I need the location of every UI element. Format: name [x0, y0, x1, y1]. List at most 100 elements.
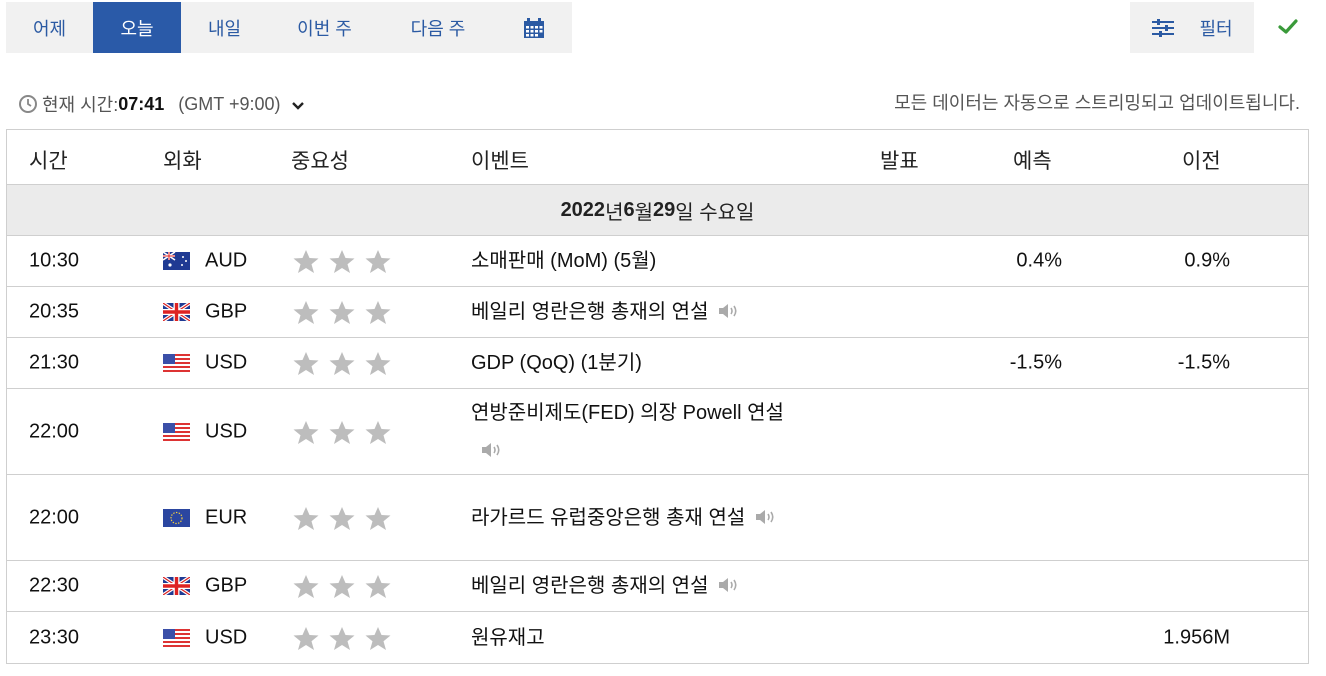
event-name-text[interactable]: 원유재고	[471, 627, 545, 649]
event-time: 20:35	[29, 300, 80, 323]
calendar-icon	[523, 17, 544, 38]
event-name-text[interactable]: 베일리 영란은행 총재의 연설	[471, 575, 708, 597]
table-row[interactable]: 21:30 USD GDP (QoQ) (1분기) -1.5% -1.5%	[7, 338, 1308, 389]
event-currency: GBP	[205, 574, 248, 597]
importance-star-icon	[293, 250, 319, 273]
event-name[interactable]: 소매판매 (MoM) (5월)	[471, 242, 821, 280]
table-header: 시간 외화 중요성 이벤트 발표 예측 이전	[7, 130, 1308, 185]
tab-this-week[interactable]: 이번 주	[268, 2, 381, 53]
us-flag-icon	[163, 628, 190, 647]
speaker-icon	[719, 578, 738, 592]
speaker-icon	[719, 304, 738, 318]
tab-calendar[interactable]	[495, 2, 572, 53]
table-row[interactable]: 10:30 AUD 소매판매 (MoM) (5월) 0.4% 0.9%	[7, 236, 1308, 287]
tab-tomorrow[interactable]: 내일	[181, 2, 268, 53]
event-previous: 0.9%	[1184, 249, 1230, 272]
event-time: 22:30	[29, 574, 80, 597]
importance-star-icon	[293, 506, 319, 530]
importance-star-icon	[329, 506, 355, 530]
importance-stars	[291, 573, 393, 599]
table-row[interactable]: 23:30 USD 원유재고 1.956M	[7, 612, 1308, 663]
event-currency: USD	[205, 351, 248, 374]
importance-stars	[291, 350, 393, 376]
event-currency: AUD	[205, 249, 248, 272]
event-time: 21:30	[29, 351, 80, 374]
tab-yesterday[interactable]: 어제	[6, 2, 93, 53]
chevron-down-icon[interactable]	[291, 99, 305, 113]
importance-star-icon	[293, 301, 319, 324]
speaker-icon	[482, 442, 500, 457]
event-name-text[interactable]: 베일리 영란은행 총재의 연설	[471, 301, 708, 323]
importance-star-icon	[365, 420, 391, 444]
tab-next-week[interactable]: 다음 주	[381, 2, 495, 53]
header-importance: 중요성	[291, 150, 349, 173]
importance-star-icon	[329, 626, 355, 650]
tab-today[interactable]: 오늘	[93, 2, 181, 53]
event-currency: EUR	[205, 506, 248, 528]
time-value: 07:41	[118, 93, 165, 114]
event-name[interactable]: 연방준비제도(FED) 의장 Powell 연설	[471, 394, 816, 470]
event-previous: 1.956M	[1163, 626, 1230, 648]
importance-stars	[291, 505, 393, 531]
table-row[interactable]: 22:00 EUR 라가르드 유럽중앙은행 총재 연설	[7, 475, 1308, 561]
importance-star-icon	[293, 626, 319, 650]
table-row[interactable]: 22:00 USD 연방준비제도(FED) 의장 Powell 연설	[7, 389, 1308, 475]
header-forecast: 예측	[1013, 150, 1052, 173]
header-actual: 발표	[880, 150, 919, 173]
importance-stars	[291, 419, 393, 445]
filter-button[interactable]: 필터	[1130, 2, 1254, 53]
importance-stars	[291, 299, 393, 325]
importance-star-icon	[365, 250, 391, 273]
event-name[interactable]: 베일리 영란은행 총재의 연설	[471, 293, 821, 331]
event-time: 10:30	[29, 249, 80, 272]
date-year-suffix: 년	[605, 201, 624, 224]
event-name-text[interactable]: GDP (QoQ) (1분기)	[471, 352, 642, 374]
filter-label: 필터	[1199, 18, 1233, 39]
header-event: 이벤트	[471, 150, 529, 173]
date-day-suffix: 일 수요일	[675, 201, 755, 224]
gb-flag-icon	[163, 303, 190, 321]
event-name[interactable]: 라가르드 유럽중앙은행 총재 연설	[471, 499, 816, 537]
timezone-selector[interactable]: (GMT +9:00)	[178, 94, 280, 115]
importance-star-icon	[365, 575, 391, 598]
event-name[interactable]: 원유재고	[471, 619, 821, 657]
check-icon	[1278, 19, 1298, 34]
event-name-text[interactable]: 연방준비제도(FED) 의장 Powell 연설	[471, 402, 784, 424]
table-body: 10:30 AUD 소매판매 (MoM) (5월) 0.4% 0.9% 20:3…	[7, 236, 1308, 663]
auto-update-notice: 모든 데이터는 자동으로 스트리밍되고 업데이트됩니다.	[894, 93, 1300, 113]
au-flag-icon	[163, 252, 190, 270]
table-row[interactable]: 22:30 GBP 베일리 영란은행 총재의 연설	[7, 561, 1308, 612]
us-flag-icon	[163, 422, 190, 441]
importance-stars	[291, 248, 393, 274]
event-name-text[interactable]: 라가르드 유럽중앙은행 총재 연설	[471, 507, 745, 529]
economic-calendar-table: 시간 외화 중요성 이벤트 발표 예측 이전 2022 년 6월 29 일 수요일 …	[6, 129, 1309, 664]
header-currency: 외화	[163, 150, 202, 173]
importance-star-icon	[329, 250, 355, 273]
current-time-display: 현재 시간: 07:41 (GMT +9:00)	[18, 91, 305, 117]
event-name-text[interactable]: 소매판매 (MoM) (5월)	[471, 250, 656, 272]
sliders-icon	[1152, 18, 1175, 37]
importance-star-icon	[365, 352, 391, 375]
event-forecast: 0.4%	[1016, 249, 1062, 272]
event-name[interactable]: 베일리 영란은행 총재의 연설	[471, 567, 821, 605]
event-time: 22:00	[29, 506, 80, 528]
date-month: 6	[623, 198, 635, 221]
event-time: 22:00	[29, 420, 80, 442]
day-tabs: 어제 오늘 내일 이번 주 다음 주	[6, 2, 572, 53]
importance-star-icon	[329, 420, 355, 444]
date-day: 29	[653, 198, 676, 221]
eu-flag-icon	[163, 508, 190, 527]
importance-star-icon	[365, 301, 391, 324]
event-time: 23:30	[29, 626, 80, 648]
importance-star-icon	[329, 301, 355, 324]
date-year: 2022	[560, 198, 606, 221]
importance-star-icon	[365, 506, 391, 530]
importance-stars	[291, 625, 393, 651]
table-row[interactable]: 20:35 GBP 베일리 영란은행 총재의 연설	[7, 287, 1308, 338]
header-time: 시간	[29, 150, 68, 173]
event-previous: -1.5%	[1177, 351, 1230, 374]
importance-star-icon	[293, 575, 319, 598]
event-forecast: -1.5%	[1009, 351, 1062, 374]
event-name[interactable]: GDP (QoQ) (1분기)	[471, 344, 821, 382]
event-currency: USD	[205, 626, 248, 648]
